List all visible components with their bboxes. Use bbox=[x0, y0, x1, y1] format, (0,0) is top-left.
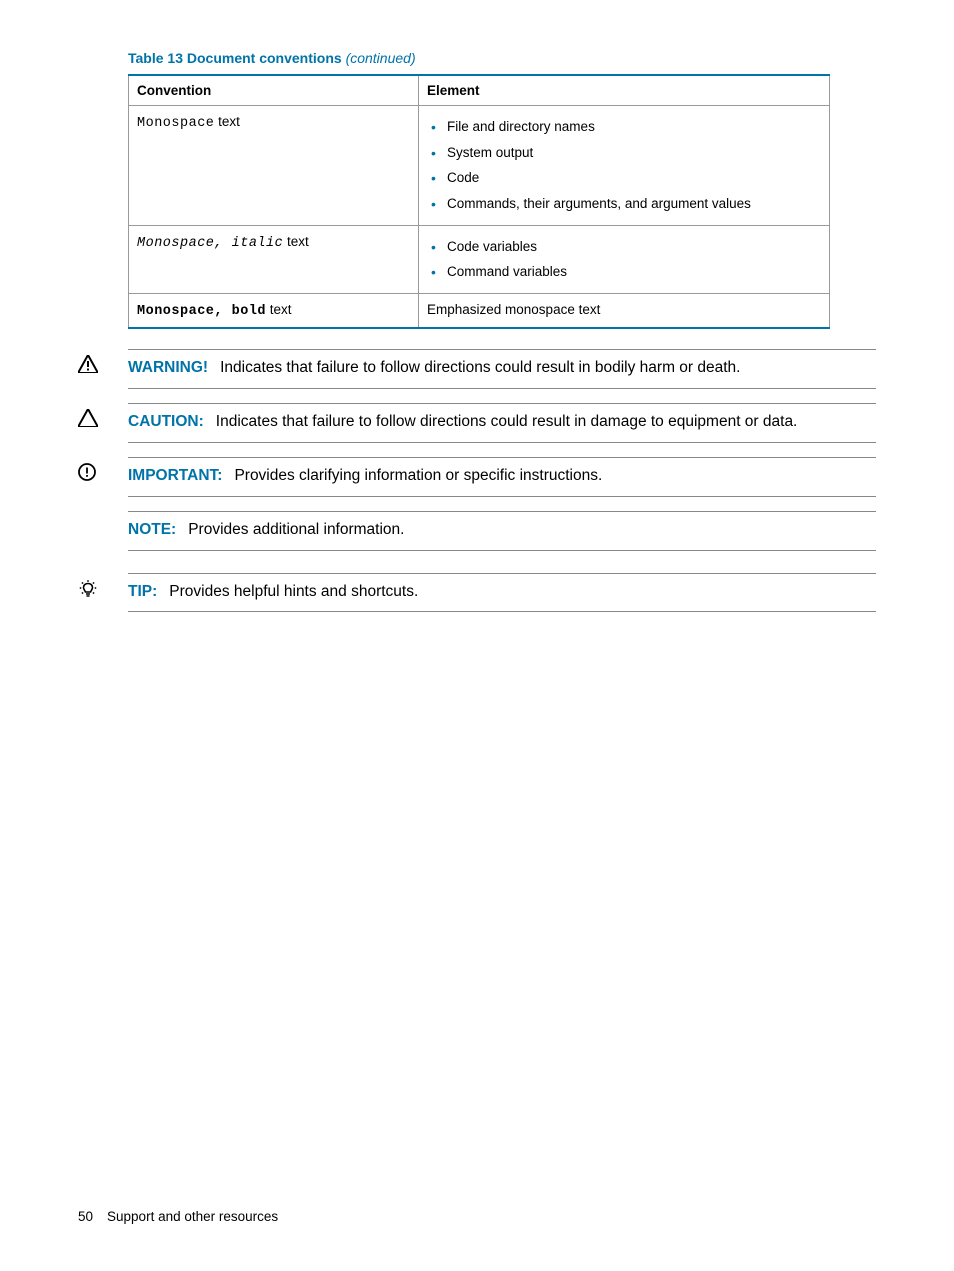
list-item: Commands, their arguments, and argument … bbox=[431, 191, 821, 217]
important-admonition: IMPORTANT: Provides clarifying informatio… bbox=[78, 457, 876, 497]
table-caption-title: Table 13 Document conventions bbox=[128, 50, 342, 66]
warning-admonition: WARNING! Indicates that failure to follow… bbox=[78, 349, 876, 389]
conventions-table: Convention Element Monospace text File a… bbox=[128, 74, 830, 329]
page-container: Table 13 Document conventions (continued… bbox=[0, 0, 954, 1271]
cell-convention: Monospace text bbox=[129, 106, 419, 226]
table-caption-continued: (continued) bbox=[346, 50, 416, 66]
element-text: Emphasized monospace text bbox=[427, 302, 600, 317]
list-item: File and directory names bbox=[431, 114, 821, 140]
important-content: IMPORTANT: Provides clarifying informatio… bbox=[128, 457, 876, 497]
table-row: Monospace text File and directory names … bbox=[129, 106, 830, 226]
warning-icon bbox=[78, 349, 128, 373]
caution-label: CAUTION: bbox=[128, 413, 204, 430]
warning-content: WARNING! Indicates that failure to follow… bbox=[128, 349, 876, 389]
table-row: Monospace, bold text Emphasized monospac… bbox=[129, 293, 830, 328]
table-header-row: Convention Element bbox=[129, 75, 830, 106]
caution-text: Indicates that failure to follow directi… bbox=[216, 413, 798, 430]
tip-icon bbox=[78, 573, 128, 599]
cell-element: Code variables Command variables bbox=[419, 225, 830, 293]
element-list: Code variables Command variables bbox=[427, 234, 821, 285]
page-footer: 50 Support and other resources bbox=[78, 1209, 278, 1224]
text-suffix: text bbox=[266, 302, 292, 317]
note-label: NOTE: bbox=[128, 521, 176, 538]
table-caption: Table 13 Document conventions (continued… bbox=[128, 50, 876, 66]
list-item: System output bbox=[431, 140, 821, 166]
important-label: IMPORTANT: bbox=[128, 467, 222, 484]
admonitions-block: WARNING! Indicates that failure to follow… bbox=[78, 349, 876, 613]
element-list: File and directory names System output C… bbox=[427, 114, 821, 217]
cell-convention: Monospace, bold text bbox=[129, 293, 419, 328]
caution-icon bbox=[78, 403, 128, 427]
note-content: NOTE: Provides additional information. bbox=[128, 511, 876, 551]
tip-admonition: TIP: Provides helpful hints and shortcuts… bbox=[78, 573, 876, 613]
footer-section: Support and other resources bbox=[107, 1209, 278, 1224]
th-convention: Convention bbox=[129, 75, 419, 106]
tip-label: TIP: bbox=[128, 583, 157, 600]
caution-content: CAUTION: Indicates that failure to follow… bbox=[128, 403, 876, 443]
note-icon-placeholder bbox=[78, 511, 128, 517]
text-suffix: text bbox=[283, 234, 309, 249]
text-suffix: text bbox=[214, 114, 240, 129]
th-element: Element bbox=[419, 75, 830, 106]
monospace-bold-sample: Monospace, bold bbox=[137, 304, 266, 319]
note-text: Provides additional information. bbox=[188, 521, 404, 538]
important-icon bbox=[78, 457, 128, 481]
cell-convention: Monospace, italic text bbox=[129, 225, 419, 293]
page-number: 50 bbox=[78, 1209, 93, 1224]
tip-content: TIP: Provides helpful hints and shortcuts… bbox=[128, 573, 876, 613]
cell-element: Emphasized monospace text bbox=[419, 293, 830, 328]
list-item: Command variables bbox=[431, 259, 821, 285]
cell-element: File and directory names System output C… bbox=[419, 106, 830, 226]
caution-admonition: CAUTION: Indicates that failure to follow… bbox=[78, 403, 876, 443]
table-row: Monospace, italic text Code variables Co… bbox=[129, 225, 830, 293]
tip-text: Provides helpful hints and shortcuts. bbox=[169, 583, 418, 600]
monospace-italic-sample: Monospace, italic bbox=[137, 236, 283, 251]
warning-text: Indicates that failure to follow directi… bbox=[220, 359, 740, 376]
list-item: Code bbox=[431, 165, 821, 191]
warning-label: WARNING! bbox=[128, 359, 208, 376]
note-admonition: NOTE: Provides additional information. bbox=[78, 511, 876, 551]
monospace-sample: Monospace bbox=[137, 116, 214, 131]
important-text: Provides clarifying information or speci… bbox=[234, 467, 602, 484]
list-item: Code variables bbox=[431, 234, 821, 260]
